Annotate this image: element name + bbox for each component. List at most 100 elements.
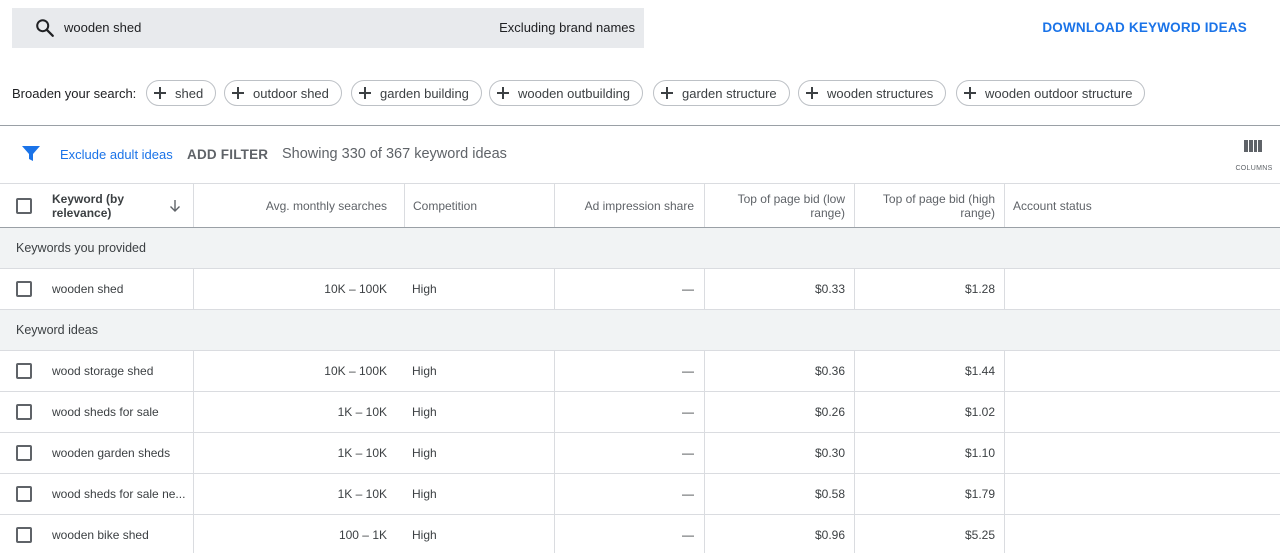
high-bid-cell: $1.44 (854, 351, 1004, 391)
search-query[interactable]: wooden shed (64, 20, 141, 35)
row-checkbox[interactable] (16, 486, 32, 502)
avg-searches-cell: 10K – 100K (193, 351, 404, 391)
account-status-cell (1004, 392, 1280, 432)
chip-label: shed (175, 85, 204, 101)
group-label: Keywords you provided (16, 241, 146, 255)
plus-icon (660, 86, 674, 100)
broaden-chip[interactable]: wooden outbuilding (489, 80, 644, 106)
keyword-text: wood sheds for sale (52, 405, 159, 419)
broaden-label: Broaden your search: (12, 86, 137, 101)
high-bid-cell: $1.28 (854, 269, 1004, 309)
plus-icon (358, 86, 372, 100)
row-checkbox[interactable] (16, 445, 32, 461)
keyword-table: Keyword (by relevance) Avg. monthly sear… (0, 183, 1280, 553)
impression-share-cell: — (554, 433, 704, 473)
keyword-text: wood sheds for sale ne... (52, 487, 186, 501)
header-account-status[interactable]: Account status (1004, 184, 1280, 227)
low-bid-cell: $0.26 (704, 392, 854, 432)
chip-label: outdoor shed (253, 85, 329, 101)
chip-label: garden building (380, 85, 469, 101)
high-bid-cell: $1.02 (854, 392, 1004, 432)
high-bid-cell: $5.25 (854, 515, 1004, 553)
account-status-cell (1004, 269, 1280, 309)
account-status-cell (1004, 474, 1280, 514)
filter-icon[interactable] (22, 146, 40, 162)
filter-bar: Exclude adult ideas ADD FILTER Showing 3… (0, 126, 1280, 183)
header-competition[interactable]: Competition (404, 184, 554, 227)
exclude-adult-ideas-filter[interactable]: Exclude adult ideas (60, 147, 173, 162)
keyword-cell: wooden garden sheds (48, 433, 193, 473)
broaden-chip[interactable]: outdoor shed (224, 80, 342, 106)
keyword-search-box[interactable]: wooden shed Excluding brand names (12, 8, 644, 48)
competition-cell: High (412, 405, 437, 419)
low-bid-cell: $0.96 (704, 515, 854, 553)
row-checkbox[interactable] (16, 404, 32, 420)
header-top-bid-low[interactable]: Top of page bid (low range) (704, 184, 854, 227)
row-select-cell (0, 269, 48, 309)
impression-share-cell: — (554, 474, 704, 514)
table-row: wooden shed 10K – 100K High — $0.33 $1.28 (0, 269, 1280, 310)
broaden-search-row: Broaden your search: shed outdoor shed g… (0, 58, 1280, 126)
low-bid-cell: $0.30 (704, 433, 854, 473)
competition-cell: High (412, 282, 437, 296)
account-status-cell (1004, 351, 1280, 391)
low-bid-cell: $0.36 (704, 351, 854, 391)
chip-label: wooden outdoor structure (985, 85, 1133, 101)
keyword-text: wood storage shed (52, 364, 154, 378)
columns-button[interactable]: COLUMNS (1233, 138, 1275, 174)
low-bid-cell: $0.58 (704, 474, 854, 514)
row-select-cell (0, 474, 48, 514)
brand-filter-text[interactable]: Excluding brand names (499, 20, 635, 35)
row-select-cell (0, 392, 48, 432)
table-row: wooden garden sheds 1K – 10K High — $0.30 $1.… (0, 433, 1280, 474)
broaden-chip[interactable]: garden building (351, 80, 482, 106)
table-row: wood sheds for sale 1K – 10K High — $0.26 $1.… (0, 392, 1280, 433)
row-select-cell (0, 433, 48, 473)
keyword-cell: wood storage shed (48, 351, 193, 391)
keyword-text: wooden garden sheds (52, 446, 171, 460)
select-all-checkbox[interactable] (16, 197, 32, 214)
row-checkbox[interactable] (16, 363, 32, 379)
competition-cell: High (412, 446, 437, 460)
competition-cell: High (412, 528, 437, 542)
keyword-cell: wooden bike shed (48, 515, 193, 553)
broaden-chip[interactable]: shed (146, 80, 217, 106)
keyword-text: wooden bike shed (52, 528, 149, 542)
chip-label: wooden outbuilding (518, 85, 631, 101)
avg-searches-cell: 1K – 10K (193, 392, 404, 432)
keyword-cell: wooden shed (48, 269, 193, 309)
arrow-down-icon[interactable] (169, 199, 181, 213)
keyword-text: wooden shed (52, 282, 124, 296)
add-filter-button[interactable]: ADD FILTER (187, 147, 268, 162)
header-top-bid-high-label: Top of page bid (high range) (882, 191, 995, 220)
competition-cell: High (412, 364, 437, 378)
table-row: wood sheds for sale ne... 1K – 10K High — $0… (0, 474, 1280, 515)
impression-share-cell: — (554, 515, 704, 553)
top-bar: wooden shed Excluding brand names DOWNLO… (0, 0, 1280, 58)
competition-cell: High (412, 487, 437, 501)
showing-count: Showing 330 of 367 keyword ideas (282, 146, 507, 162)
broaden-chip[interactable]: wooden structures (798, 80, 947, 106)
impression-share-cell: — (554, 269, 704, 309)
broaden-chip[interactable]: wooden outdoor structure (956, 80, 1146, 106)
avg-searches-cell: 10K – 100K (193, 269, 404, 309)
account-status-cell (1004, 515, 1280, 553)
header-avg-monthly-searches[interactable]: Avg. monthly searches (193, 184, 404, 227)
columns-icon (1244, 140, 1262, 152)
row-checkbox[interactable] (16, 281, 32, 297)
plus-icon (496, 86, 510, 100)
header-keyword-label: Keyword (by relevance) (52, 191, 125, 220)
columns-label: COLUMNS (1235, 165, 1273, 172)
group-row-provided: Keywords you provided (0, 228, 1280, 269)
row-checkbox[interactable] (16, 527, 32, 543)
row-select-cell (0, 515, 48, 553)
header-ad-impression-share[interactable]: Ad impression share (554, 184, 704, 227)
account-status-cell (1004, 433, 1280, 473)
impression-share-cell: — (554, 392, 704, 432)
download-keyword-ideas-button[interactable]: DOWNLOAD KEYWORD IDEAS (1042, 20, 1247, 35)
high-bid-cell: $1.10 (854, 433, 1004, 473)
header-top-bid-high[interactable]: Top of page bid (high range) (854, 184, 1004, 227)
chip-label: garden structure (682, 85, 777, 101)
broaden-chip[interactable]: garden structure (653, 80, 790, 106)
header-keyword[interactable]: Keyword (by relevance) (48, 184, 193, 227)
